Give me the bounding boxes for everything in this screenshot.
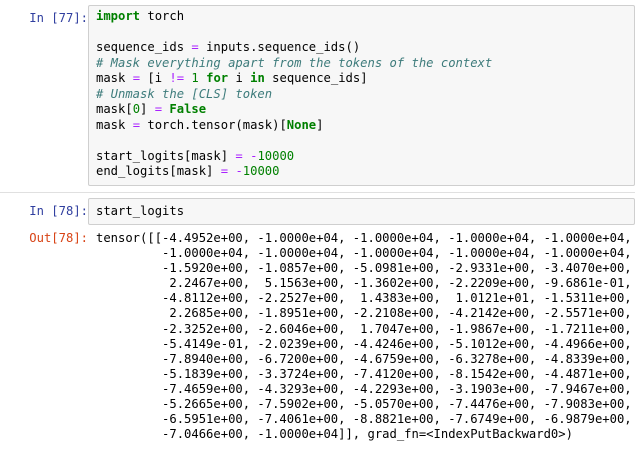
code-token: 10000 (242, 164, 280, 178)
code-token: torch.tensor(mask)[ (140, 117, 287, 132)
code-line: # Unmask the [CLS] token (96, 87, 634, 103)
output-line: -7.0466e+00, -1.0000e+04]], grad_fn=<Ind… (96, 427, 573, 442)
code-line: end_logits[mask] = -10000 (96, 164, 634, 180)
code-lines-78: start_logits (96, 204, 634, 220)
code-token: 0 (132, 102, 141, 116)
code-line: start_logits[mask] = -10000 (96, 149, 634, 165)
output-line: 2.2685e+00, -1.8951e+00, -2.2108e+00, -4… (96, 306, 632, 321)
output-line: -5.2665e+00, -7.5902e+00, -5.0570e+00, -… (96, 397, 632, 412)
code-token: sequence_ids] (264, 71, 368, 85)
code-line: import torch (96, 9, 634, 25)
code-editor-78[interactable]: start_logits (88, 198, 635, 225)
code-token: = (132, 117, 141, 132)
code-editor-77[interactable]: import torch sequence_ids = inputs.sequen… (88, 5, 635, 186)
code-token: in (250, 71, 265, 85)
input-prompt-77: In [77]: (29, 11, 88, 25)
output-line: -1.5920e+00, -1.0857e+00, -5.0981e+00, -… (96, 261, 632, 276)
cell-separator (0, 192, 635, 193)
code-token: # Mask everything apart from the tokens … (96, 55, 493, 70)
code-line: start_logits (96, 204, 634, 220)
code-token: None (286, 117, 317, 132)
output-line: -6.5951e+00, -7.4061e+00, -8.8821e+00, -… (96, 412, 632, 427)
code-line: sequence_ids = inputs.sequence_ids() (96, 40, 634, 56)
output-line: -5.4149e-01, -2.0239e+00, -4.4246e+00, -… (96, 336, 632, 351)
code-token: end_logits[mask] (96, 164, 221, 178)
code-line: # Mask everything apart from the tokens … (96, 56, 634, 72)
output-prompt-78: Out[78]: (29, 231, 88, 245)
output-line: -7.4659e+00, -4.3293e+00, -4.2293e+00, -… (96, 381, 632, 396)
code-token: start_logits[mask] (96, 148, 236, 163)
code-token: i (228, 71, 251, 85)
code-token: inputs.sequence_ids() (198, 40, 361, 54)
code-token: != (169, 71, 185, 85)
code-token: torch (140, 9, 185, 23)
code-token: = (220, 164, 229, 178)
code-line: mask = [i != 1 for i in sequence_ids] (96, 71, 634, 87)
input-prompt-78: In [78]: (29, 204, 88, 218)
code-token: # Unmask the [CLS] token (96, 86, 273, 101)
code-lines-77: import torch sequence_ids = inputs.sequen… (96, 9, 634, 180)
code-token: mask (96, 71, 133, 85)
output-line: -7.8940e+00, -6.7200e+00, -4.6759e+00, -… (96, 351, 632, 366)
output-line: tensor([[-4.4952e+00, -1.0000e+04, -1.00… (96, 231, 632, 245)
code-token: start_logits (96, 204, 185, 218)
code-token: = (132, 71, 141, 85)
code-token: = (154, 102, 163, 116)
code-token: [i (140, 71, 170, 85)
code-token: - (235, 164, 243, 178)
output-line: -1.0000e+04, -1.0000e+04, -1.0000e+04, -… (96, 246, 632, 261)
code-token: ] (316, 117, 324, 132)
output-line: -4.8112e+00, -2.2527e+00, 1.4383e+00, 1.… (96, 291, 632, 306)
output-area-78: tensor([[-4.4952e+00, -1.0000e+04, -1.00… (96, 231, 635, 442)
code-line: mask = torch.tensor(mask)[None] (96, 118, 634, 134)
output-line: -5.1839e+00, -3.3724e+00, -7.4120e+00, -… (96, 366, 632, 381)
code-line: mask[0] = False (96, 102, 634, 118)
code-token: = (235, 148, 243, 163)
code-token: mask[ (96, 102, 133, 116)
code-token: sequence_ids (96, 40, 192, 54)
code-token: for (206, 71, 229, 85)
code-token: = (191, 40, 199, 54)
code-token: ] (140, 102, 155, 116)
output-line: 2.2467e+00, 5.1563e+00, -1.3602e+00, -2.… (96, 276, 632, 291)
code-token: 1 (191, 71, 199, 85)
code-token: 10000 (257, 148, 295, 163)
code-token: mask (96, 117, 133, 132)
code-token: import (96, 9, 141, 23)
output-line: -2.3252e+00, -2.6046e+00, 1.7047e+00, -1… (96, 321, 632, 336)
code-token: False (169, 102, 207, 116)
